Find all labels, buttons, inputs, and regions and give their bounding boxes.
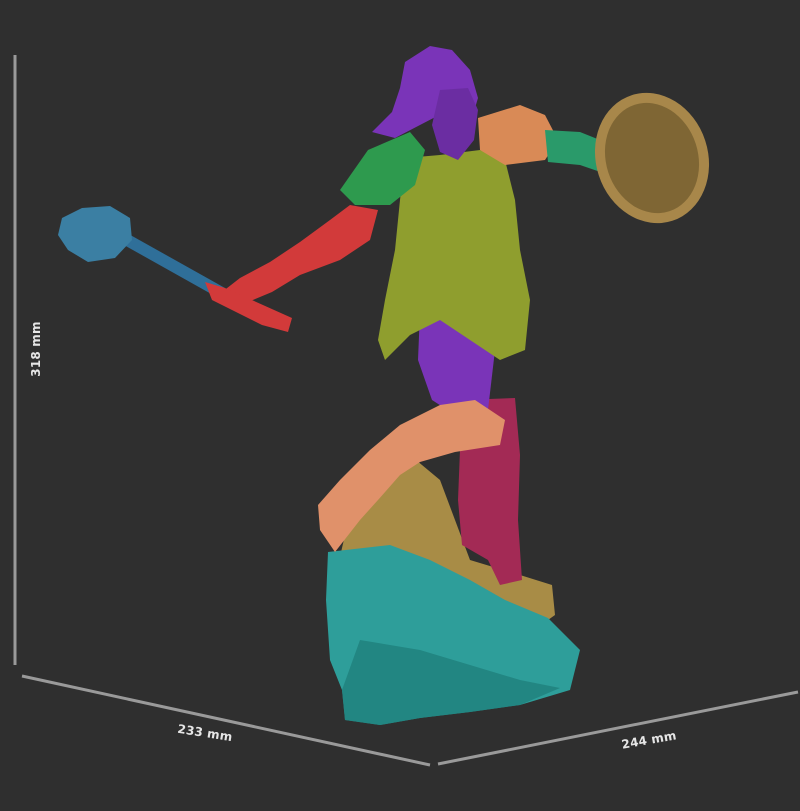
mace-head	[58, 206, 132, 262]
model-viewport: 318 mm 233 mm 244 mm	[0, 0, 800, 807]
face	[432, 88, 478, 160]
figure-model	[58, 46, 710, 725]
height-dimension-label: 318 mm	[29, 321, 43, 377]
mace-arm	[222, 205, 378, 306]
render-canvas	[13, 46, 799, 767]
